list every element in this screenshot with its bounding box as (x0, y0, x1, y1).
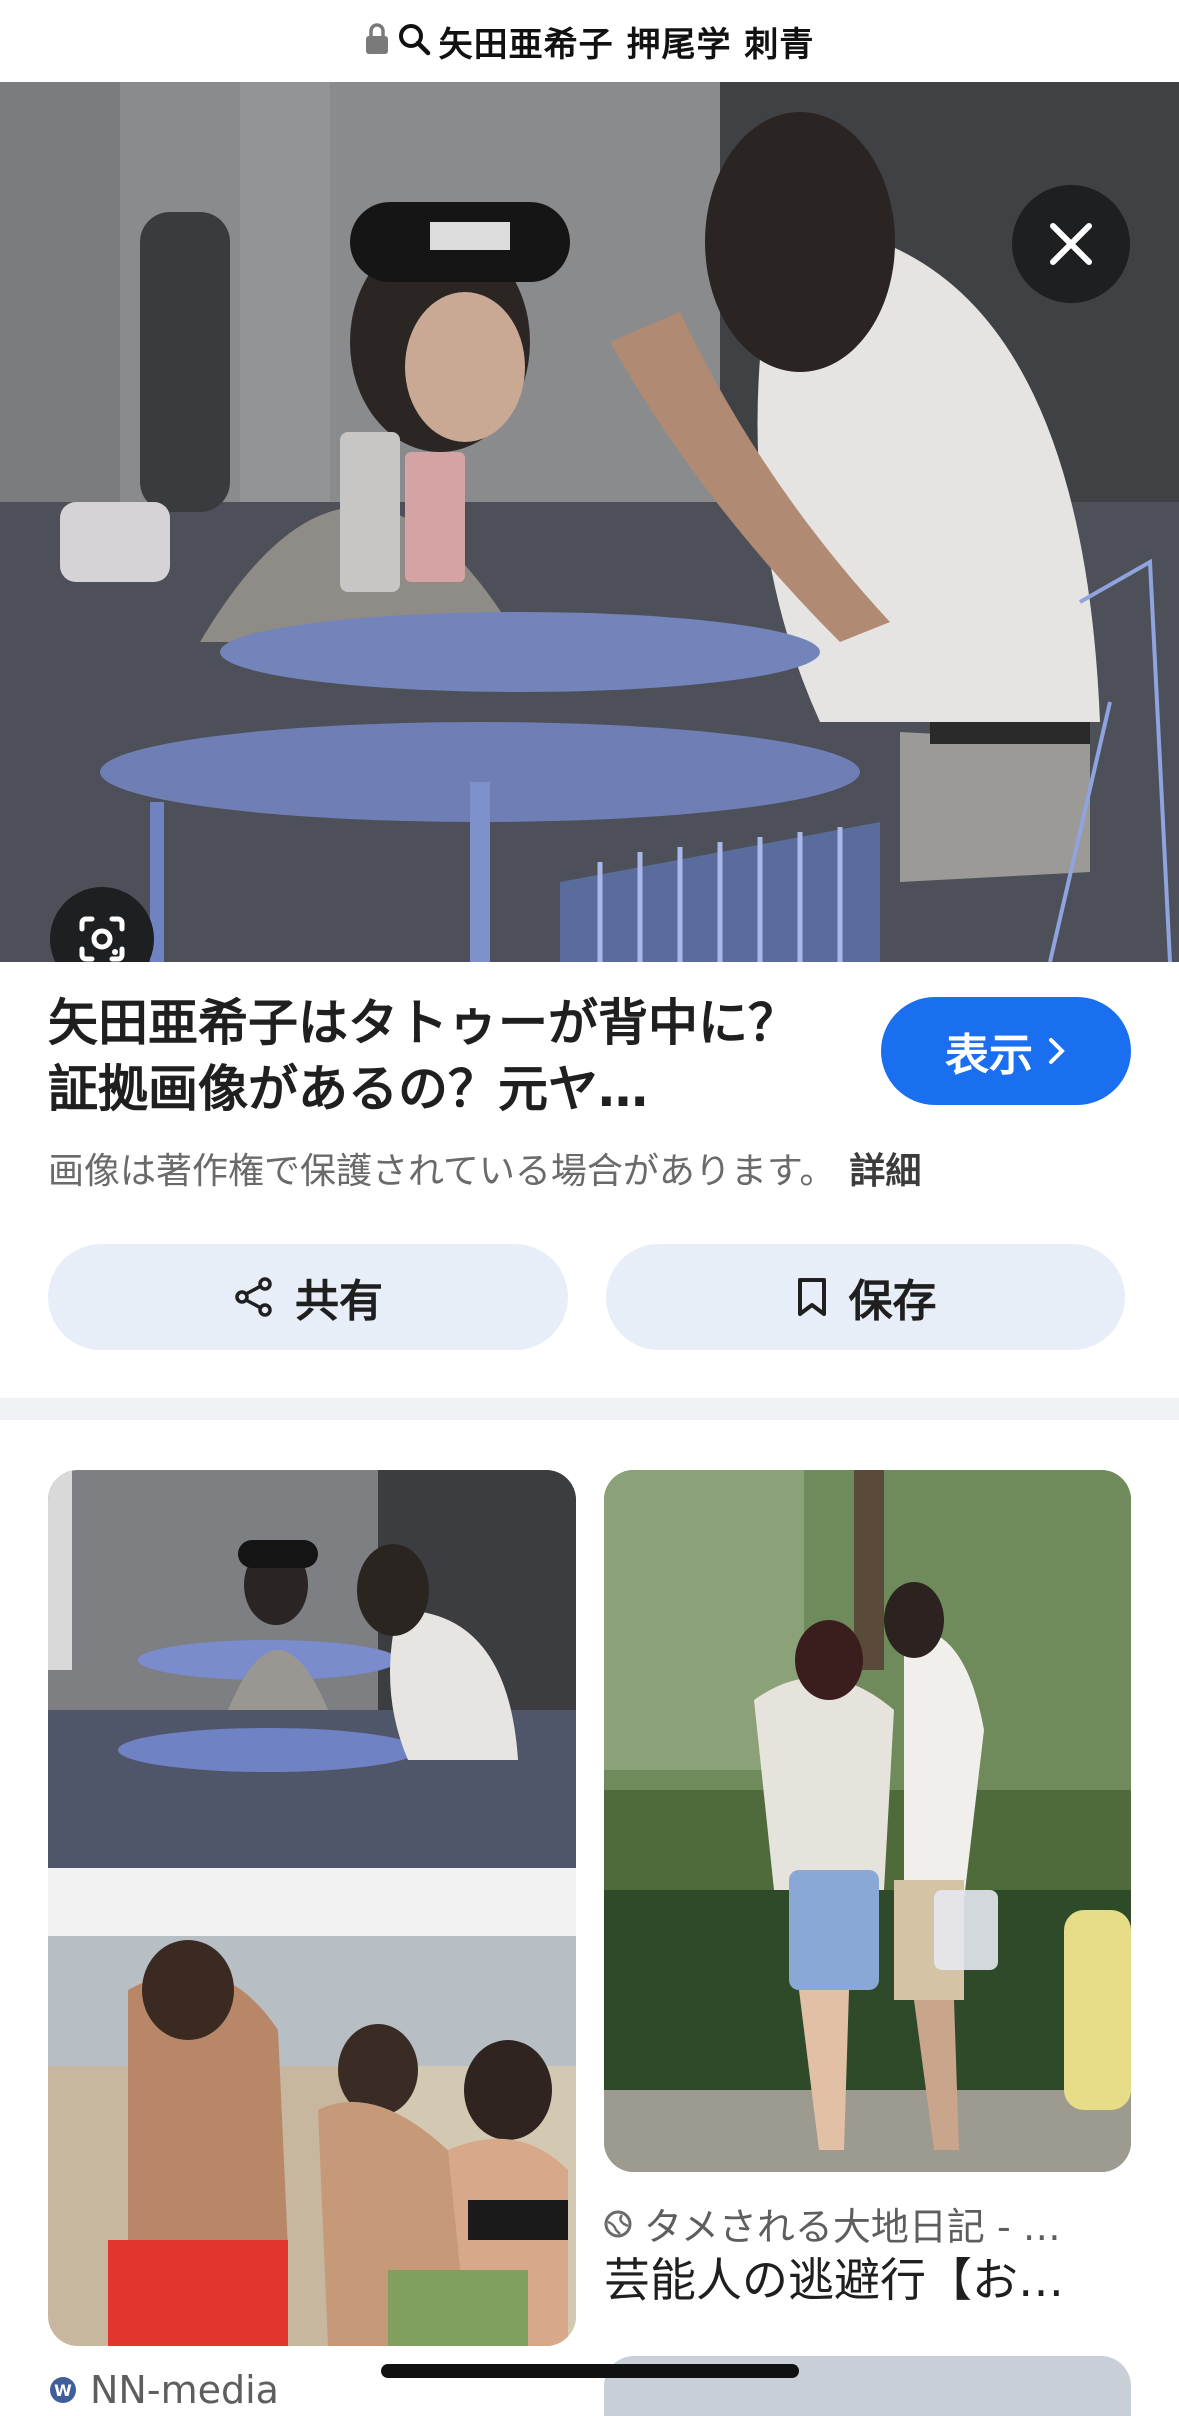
main-image[interactable] (0, 82, 1179, 962)
close-button[interactable] (1012, 185, 1130, 303)
copyright-text: 画像は著作権で保護されている場合があります。 (48, 1151, 836, 1192)
close-icon (1050, 223, 1092, 265)
lock-icon (365, 22, 389, 60)
address-bar[interactable]: 矢田亜希子 押尾学 刺青 (0, 0, 1179, 82)
related-image-1[interactable] (48, 1470, 576, 2346)
section-divider (0, 1398, 1179, 1420)
related-image-2[interactable] (604, 1470, 1131, 2172)
image-title[interactable]: 矢田亜希子はタトゥーが背中に？証拠画像があるの？元ヤ… (48, 990, 808, 1122)
lens-icon (79, 916, 125, 962)
share-icon (235, 1277, 272, 1317)
share-button[interactable]: 共有 (48, 1244, 568, 1350)
chevron-right-icon (1049, 1038, 1065, 1064)
view-button[interactable]: 表示 (881, 997, 1131, 1105)
copyright-notice: 画像は著作権で保護されている場合があります。 詳細 (48, 1142, 921, 1194)
home-indicator (381, 2364, 799, 2378)
bookmark-icon (797, 1278, 826, 1316)
globe-icon (604, 2210, 632, 2237)
svg-text:W: W (54, 2381, 72, 2400)
search-query: 矢田亜希子 押尾学 刺青 (438, 24, 815, 65)
view-label: 表示 (945, 1030, 1033, 1081)
source-name: NN-media (90, 2368, 279, 2412)
source-name: タメされる大地日記 - … (644, 2205, 1061, 2249)
details-link[interactable]: 詳細 (849, 1151, 921, 1192)
result-source-2[interactable]: タメされる大地日記 - … (604, 2196, 1131, 2251)
save-label: 保存 (848, 1276, 937, 1327)
save-button[interactable]: 保存 (606, 1244, 1125, 1350)
wordpress-icon: W (50, 2377, 76, 2403)
share-label: 共有 (295, 1276, 383, 1327)
search-icon (397, 22, 431, 60)
result-title-2[interactable]: 芸能人の逃避行【お… (604, 2244, 1064, 2310)
